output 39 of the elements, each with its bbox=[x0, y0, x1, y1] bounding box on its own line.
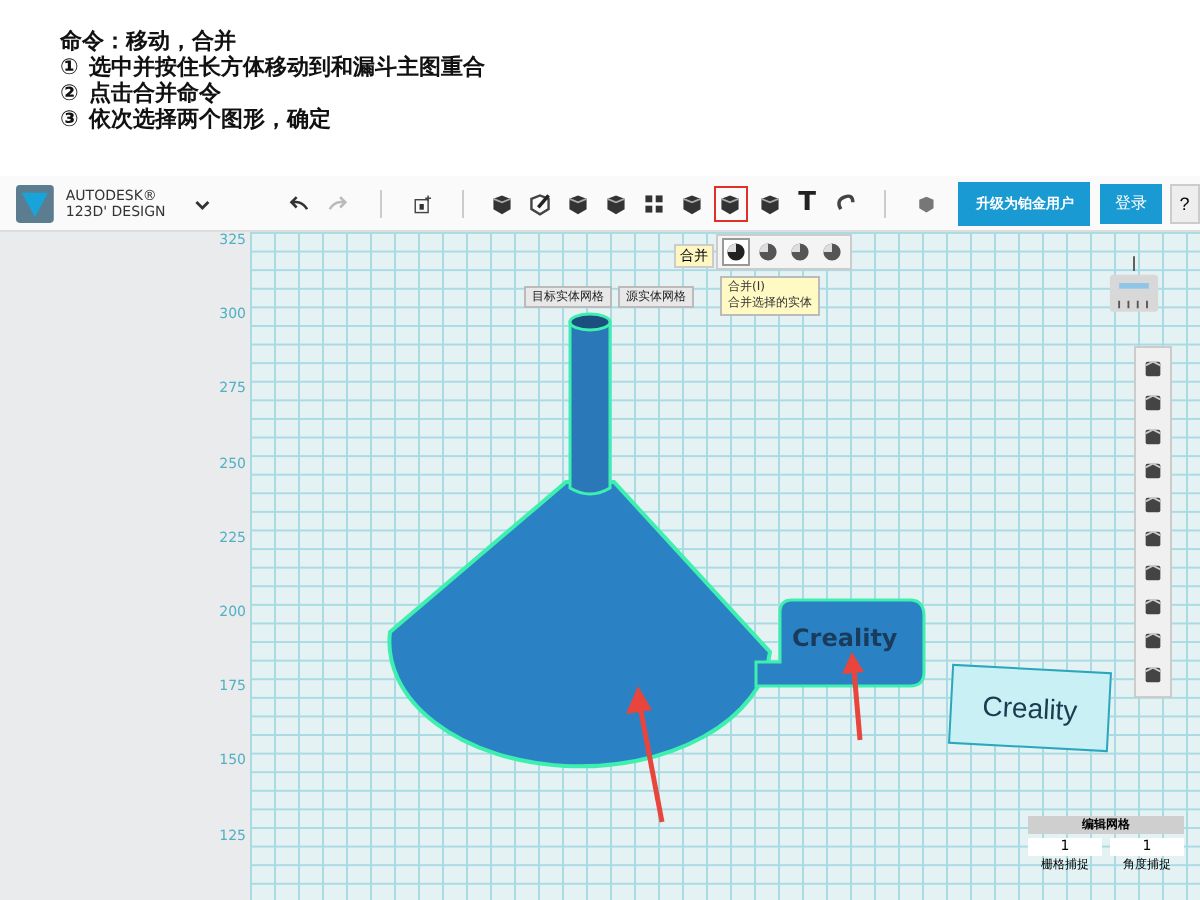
view-tool-icon[interactable] bbox=[1142, 630, 1164, 652]
step-number: ③ bbox=[60, 106, 79, 132]
cube-icon bbox=[604, 191, 629, 215]
grid-icon bbox=[642, 191, 667, 215]
merge-option[interactable] bbox=[818, 238, 846, 266]
merge-option[interactable] bbox=[722, 238, 750, 266]
view-tool-icon[interactable] bbox=[1142, 528, 1164, 550]
creality-text: Creality bbox=[981, 689, 1079, 727]
view-cube-icon[interactable] bbox=[1108, 252, 1160, 316]
view-tool-icon[interactable] bbox=[1142, 460, 1164, 482]
undo-icon[interactable] bbox=[287, 193, 309, 213]
cube-icon bbox=[680, 191, 705, 215]
step-text: 选中并按住长方体移动到和漏斗主图重合 bbox=[88, 54, 485, 80]
text-tool[interactable]: T bbox=[790, 185, 825, 221]
step-number: ① bbox=[60, 54, 79, 80]
add-box-icon[interactable] bbox=[411, 193, 432, 213]
logo-icon bbox=[16, 183, 54, 223]
tool-button[interactable] bbox=[713, 185, 749, 221]
step-number: ② bbox=[60, 80, 79, 106]
instruction-title: 命令：移动，合并 bbox=[60, 28, 238, 54]
step-text: 点击合并命令 bbox=[88, 80, 221, 106]
view-tool-icon[interactable] bbox=[1142, 426, 1164, 448]
view-tool-icon[interactable] bbox=[1142, 664, 1164, 686]
view-tool-icon[interactable] bbox=[1142, 596, 1164, 618]
cube-icon bbox=[490, 191, 515, 215]
view-tool-icon[interactable] bbox=[1142, 392, 1164, 414]
pencil-cube-icon bbox=[528, 191, 553, 215]
view-tool-icon[interactable] bbox=[1142, 494, 1164, 516]
step-text: 依次选择两个图形，确定 bbox=[88, 106, 331, 132]
material-icon[interactable] bbox=[915, 193, 937, 213]
view-tool-icon[interactable] bbox=[1142, 358, 1164, 380]
cube-icon bbox=[718, 191, 743, 215]
help-button[interactable]: ? bbox=[1169, 183, 1200, 223]
mirrored-text: Creality bbox=[792, 624, 898, 652]
cube-icon bbox=[757, 191, 782, 215]
merge-option[interactable] bbox=[754, 238, 782, 266]
merge-option[interactable] bbox=[786, 238, 814, 266]
cube-icon bbox=[566, 191, 591, 215]
view-tool-icon[interactable] bbox=[1142, 562, 1164, 584]
